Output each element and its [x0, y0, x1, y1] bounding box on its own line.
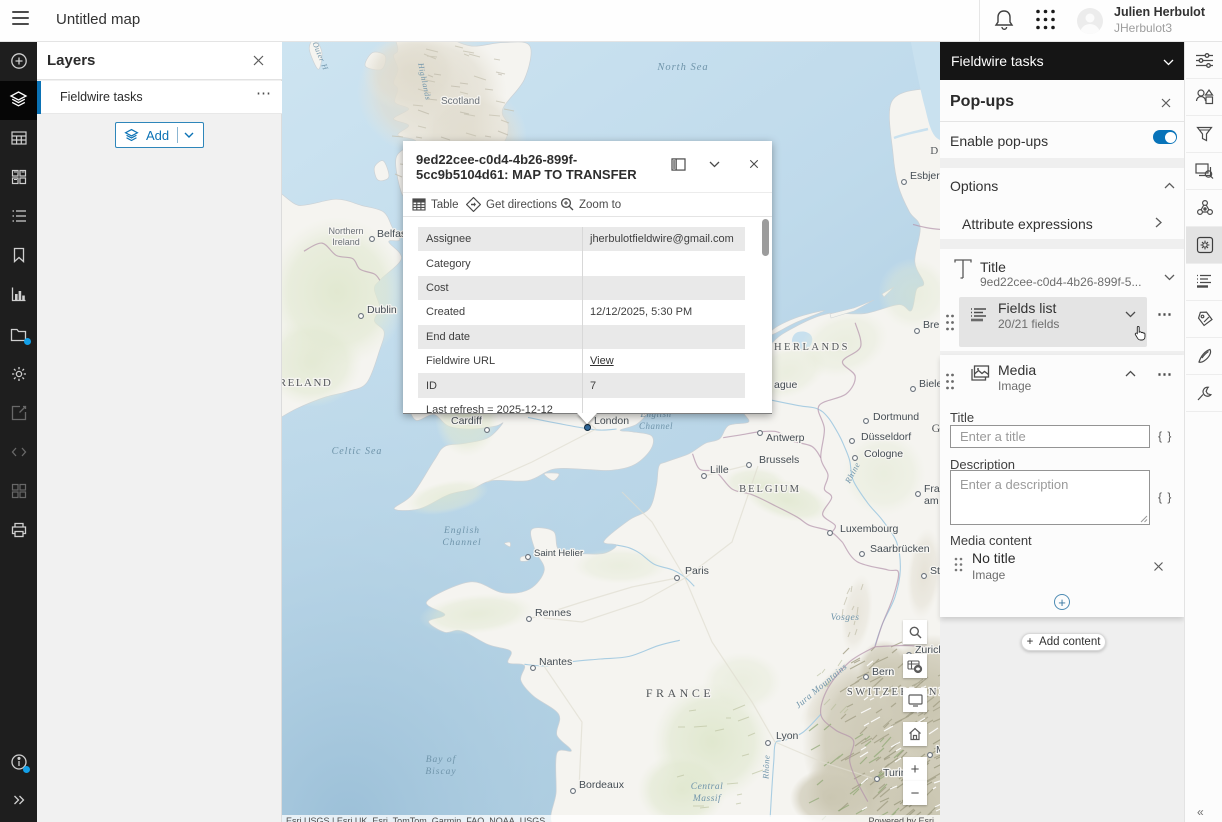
svg-text:Nantes: Nantes [539, 656, 572, 668]
svg-text:Scotland: Scotland [441, 96, 480, 107]
svg-text:Brussels: Brussels [759, 454, 799, 466]
svg-text:FRANCE: FRANCE [646, 686, 714, 700]
svg-text:Luxembourg: Luxembourg [840, 523, 899, 535]
svg-text:Vosges: Vosges [831, 613, 860, 623]
svg-text:ague: ague [774, 379, 798, 391]
svg-text:Lyon: Lyon [776, 730, 799, 742]
svg-text:IRELAND: IRELAND [282, 377, 332, 389]
svg-text:Rhône: Rhône [760, 754, 771, 780]
svg-text:Bielefeld: Bielefeld [919, 378, 940, 390]
svg-text:Paris: Paris [685, 565, 709, 577]
svg-text:Saint Helier: Saint Helier [534, 548, 583, 559]
svg-text:am Ma: am Ma [924, 495, 940, 507]
svg-text:Cologne: Cologne [864, 448, 903, 460]
svg-text:BELGIUM: BELGIUM [739, 484, 801, 495]
svg-text:Düsseldorf: Düsseldorf [861, 431, 911, 443]
svg-text:Esbjerg: Esbjerg [910, 170, 940, 182]
svg-text:London: London [594, 415, 629, 427]
svg-text:Northern: Northern [328, 226, 363, 236]
svg-text:Lille: Lille [710, 464, 729, 476]
svg-text:Cardiff: Cardiff [451, 415, 482, 427]
svg-text:North Sea: North Sea [656, 62, 708, 73]
svg-text:English: English [443, 526, 480, 536]
svg-text:Bordeaux: Bordeaux [579, 779, 625, 791]
svg-text:Bremen: Bremen [923, 319, 940, 331]
svg-text:Antwerp: Antwerp [766, 432, 805, 444]
svg-text:Dortmund: Dortmund [873, 411, 919, 423]
svg-text:Bern: Bern [872, 666, 894, 678]
svg-text:Massif: Massif [692, 793, 722, 804]
svg-text:Bay of: Bay of [426, 754, 457, 765]
svg-text:Frankfu: Frankfu [924, 483, 940, 495]
svg-text:DENMARK: DENMARK [930, 145, 940, 157]
svg-text:Central: Central [691, 782, 724, 792]
svg-text:Channel: Channel [639, 421, 673, 431]
svg-text:Celtic Sea: Celtic Sea [332, 446, 383, 457]
svg-text:Biscay: Biscay [425, 767, 456, 777]
svg-text:Dublin: Dublin [367, 304, 397, 316]
svg-text:Ireland: Ireland [332, 237, 360, 247]
svg-text:Rennes: Rennes [535, 607, 571, 619]
svg-text:Saarbrücken: Saarbrücken [870, 543, 930, 555]
svg-text:Channel: Channel [442, 538, 481, 548]
svg-text:GERMANY: GERMANY [932, 421, 940, 435]
svg-text:Stu: Stu [930, 565, 940, 577]
